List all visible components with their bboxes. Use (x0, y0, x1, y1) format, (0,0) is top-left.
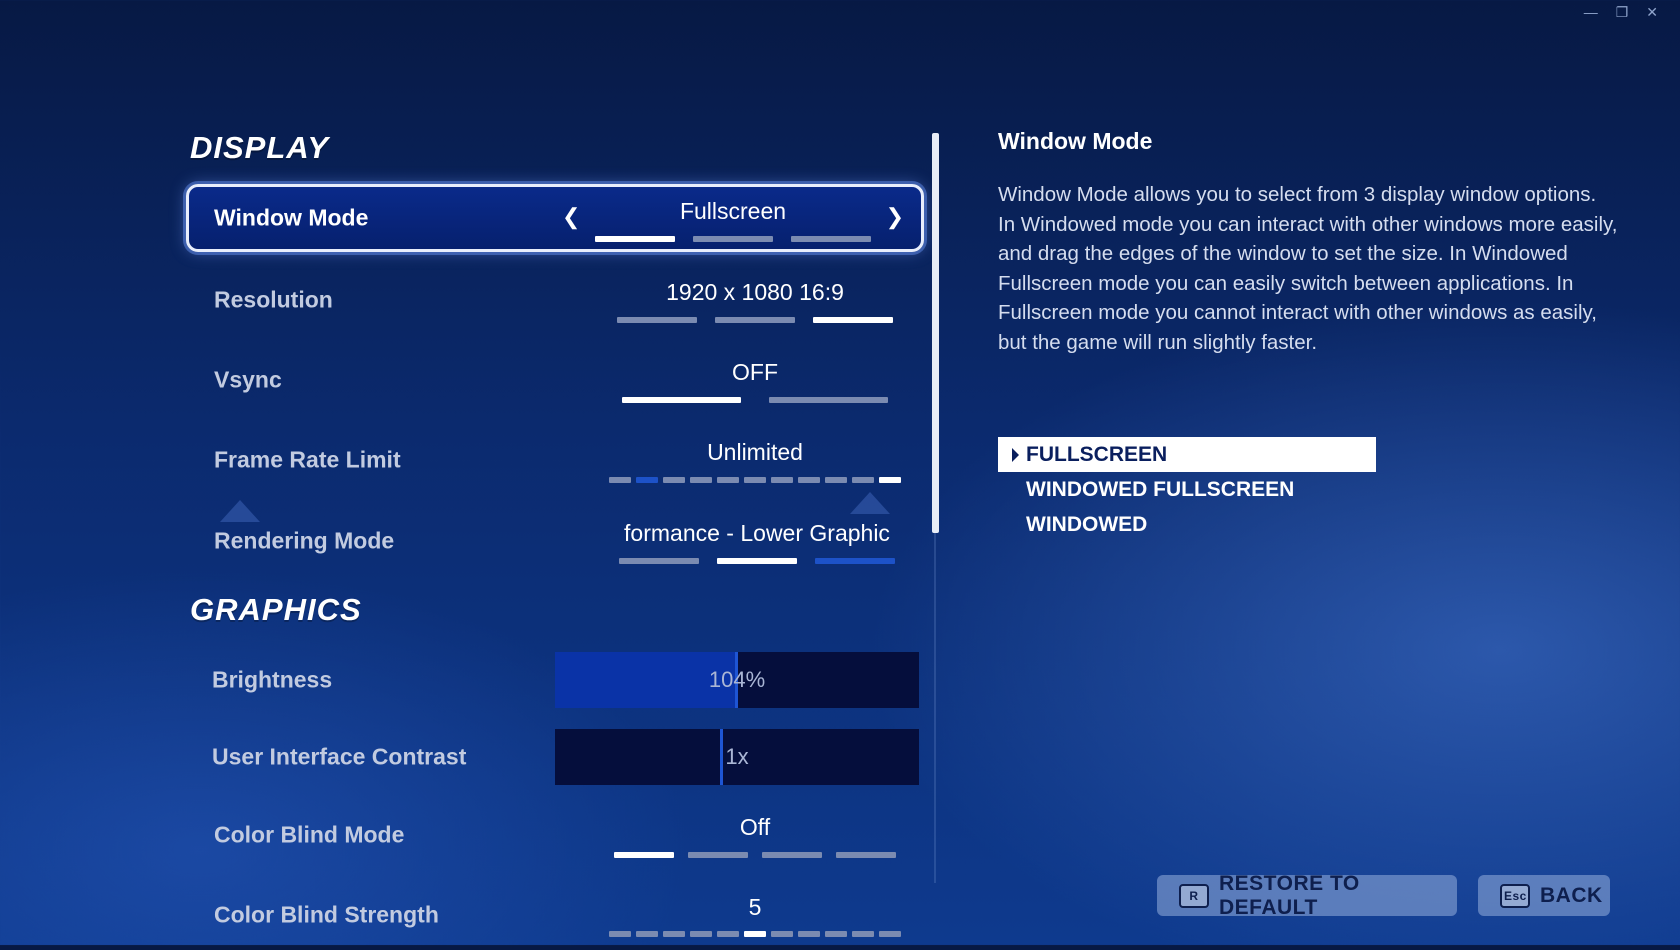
graphics-section-title: GRAPHICS (190, 592, 362, 627)
setting-window-mode[interactable]: Window Mode ❮ Fullscreen ❯ (186, 184, 924, 252)
r-key-icon: R (1179, 883, 1209, 908)
resolution-pips (586, 317, 924, 323)
frame-rate-limit-label: Frame Rate Limit (214, 446, 401, 473)
close-icon[interactable]: ✕ (1646, 4, 1658, 21)
color-blind-strength-selector[interactable]: 5 (586, 886, 924, 946)
pip (769, 397, 888, 403)
pip (771, 931, 793, 937)
ui-contrast-label: User Interface Contrast (212, 743, 467, 770)
back-button[interactable]: Esc BACK (1478, 875, 1610, 916)
chevron-right-icon[interactable]: ❯ (886, 204, 904, 230)
setting-frame-rate-limit[interactable]: Frame Rate Limit Unlimited (186, 425, 924, 495)
pip (693, 236, 773, 242)
pip (663, 931, 685, 937)
setting-resolution[interactable]: Resolution 1920 x 1080 16:9 (186, 265, 924, 335)
restore-to-default-button[interactable]: R RESTORE TO DEFAULT (1157, 872, 1457, 919)
pip (688, 852, 748, 858)
window-mode-pips (564, 236, 902, 242)
pip (636, 477, 658, 483)
scrollbar-track (934, 533, 936, 883)
description-body: Window Mode allows you to select from 3 … (998, 183, 1618, 354)
pip (825, 931, 847, 937)
description-title: Window Mode (998, 128, 1153, 154)
pip (879, 931, 901, 937)
vsync-value: OFF (732, 359, 778, 385)
rendering-mode-pips (588, 558, 926, 564)
pip (771, 477, 793, 483)
pip (717, 558, 797, 564)
frame-rate-limit-value: Unlimited (707, 439, 803, 465)
ui-contrast-value: 1x (725, 744, 749, 769)
pip (791, 236, 871, 242)
pip (836, 852, 896, 858)
pip (852, 931, 874, 937)
color-blind-strength-pips (586, 931, 924, 937)
option-fullscreen[interactable]: FULLSCREEN (998, 437, 1376, 472)
back-label: BACK (1540, 883, 1603, 907)
pip (762, 852, 822, 858)
pip (690, 931, 712, 937)
vsync-label: Vsync (214, 366, 282, 393)
rendering-mode-selector[interactable]: formance - Lower Graphic (588, 512, 926, 572)
option-windowed-fullscreen[interactable]: WINDOWED FULLSCREEN (998, 472, 1376, 507)
pip (744, 477, 766, 483)
setting-color-blind-mode[interactable]: Color Blind Mode Off (186, 800, 924, 870)
restore-to-default-label: RESTORE TO DEFAULT (1219, 871, 1360, 919)
setting-color-blind-strength[interactable]: Color Blind Strength 5 (186, 880, 924, 950)
rendering-mode-label: Rendering Mode (214, 527, 395, 554)
pip (609, 477, 631, 483)
ui-contrast-slider[interactable]: 1x (555, 729, 919, 785)
pip (744, 931, 766, 937)
setting-vsync[interactable]: Vsync OFF (186, 345, 924, 415)
frame-rate-limit-selector[interactable]: Unlimited (586, 431, 924, 491)
color-blind-mode-selector[interactable]: Off (586, 806, 924, 866)
pip (879, 477, 901, 483)
pip (815, 558, 895, 564)
resolution-selector[interactable]: 1920 x 1080 16:9 (586, 271, 924, 331)
pip (636, 931, 658, 937)
color-blind-mode-pips (586, 852, 924, 858)
vsync-pips (586, 397, 924, 403)
pip (852, 477, 874, 483)
rendering-mode-value: formance - Lower Graphic (624, 520, 890, 546)
pip (663, 477, 685, 483)
pip (595, 236, 675, 242)
pip (798, 931, 820, 937)
color-blind-strength-value: 5 (748, 894, 762, 920)
pip (715, 317, 795, 323)
settings-scrollbar[interactable] (932, 133, 939, 533)
pip (619, 558, 699, 564)
pip (798, 477, 820, 483)
pip (690, 477, 712, 483)
pip (813, 317, 893, 323)
resolution-value: 1920 x 1080 16:9 (666, 279, 844, 305)
brightness-label: Brightness (212, 666, 333, 693)
pip (717, 931, 739, 937)
window-controls: — ❐ ✕ (1584, 4, 1658, 21)
esc-key-icon: Esc (1500, 883, 1530, 908)
option-windowed[interactable]: WINDOWED (998, 507, 1376, 542)
window-mode-label: Window Mode (214, 204, 369, 231)
pip (622, 397, 741, 403)
pip (609, 931, 631, 937)
minimize-icon[interactable]: — (1584, 4, 1598, 21)
restore-icon[interactable]: ❐ (1616, 4, 1629, 21)
color-blind-strength-label: Color Blind Strength (214, 901, 439, 928)
pip (614, 852, 674, 858)
window-mode-value: Fullscreen (679, 198, 787, 224)
brightness-value: 104% (708, 667, 766, 692)
vsync-selector[interactable]: OFF (586, 351, 924, 411)
pip (617, 317, 697, 323)
pip (825, 477, 847, 483)
color-blind-mode-label: Color Blind Mode (214, 821, 405, 848)
window-mode-options-list: FULLSCREEN WINDOWED FULLSCREEN WINDOWED (998, 437, 1376, 542)
color-blind-mode-value: Off (739, 814, 771, 840)
pip (717, 477, 739, 483)
window-mode-selector[interactable]: ❮ Fullscreen ❯ (562, 190, 904, 250)
frame-rate-limit-pips (586, 477, 924, 483)
resolution-label: Resolution (214, 286, 333, 313)
setting-rendering-mode[interactable]: Rendering Mode formance - Lower Graphic (186, 506, 924, 576)
brightness-slider[interactable]: 104% (555, 652, 919, 708)
display-section-title: DISPLAY (190, 130, 330, 165)
